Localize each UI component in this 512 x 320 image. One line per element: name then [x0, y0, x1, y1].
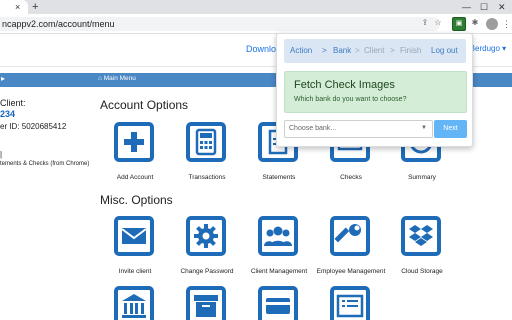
transactions-label: Transactions — [188, 174, 226, 181]
fetch-title: Fetch Check Images — [294, 79, 395, 91]
url-field[interactable]: ncappv2.com/account/menu — [0, 17, 440, 31]
next-button[interactable]: Next — [434, 120, 467, 138]
misc-options-title: Misc. Options — [100, 193, 173, 207]
caret-down-icon: ▼ — [421, 125, 427, 131]
step-action[interactable]: Action — [290, 46, 312, 56]
logout-link[interactable]: Log out — [431, 46, 458, 55]
envelope-icon — [114, 216, 154, 256]
minimize-icon[interactable]: — — [462, 0, 471, 14]
change-password-tile[interactable]: Change Password — [169, 216, 245, 278]
window-close-icon[interactable]: ✕ — [498, 0, 506, 14]
client-id: 234 — [0, 109, 16, 119]
archive-icon — [186, 286, 226, 320]
list-icon — [330, 286, 370, 320]
credit-card-tile[interactable] — [241, 286, 317, 320]
left-divider: | — [0, 150, 3, 159]
bank-select-placeholder: Choose bank... — [289, 125, 337, 132]
step-bank[interactable]: Bank — [333, 46, 351, 56]
left-panel-icon: ▸ — [1, 74, 6, 83]
client-label: Client: — [0, 98, 26, 108]
transactions-tile[interactable]: Transactions — [169, 122, 245, 184]
bank-icon — [114, 286, 154, 320]
extension-popup: Action > Bank > Client > Finish Log out … — [276, 33, 473, 147]
wrench-icon — [330, 216, 370, 256]
summary-label: Summary — [408, 174, 436, 181]
cloud-storage-label: Cloud Storage — [401, 268, 443, 275]
users-icon — [258, 216, 298, 256]
plus-icon — [114, 122, 154, 162]
step-separator: > — [390, 46, 395, 55]
wizard-steps: Action > Bank > Client > Finish Log out — [284, 39, 466, 63]
add-account-tile[interactable]: Add Account — [97, 122, 173, 184]
add-account-label: Add Account — [116, 174, 154, 181]
bank-tile[interactable] — [97, 286, 173, 320]
client-management-tile[interactable]: Client Management — [241, 216, 317, 278]
main-menu-label: Main Menu — [103, 75, 136, 82]
dropbox-icon — [401, 216, 441, 256]
main-menu-title: ⌂ Main Menu — [98, 75, 136, 82]
cloud-storage-tile[interactable]: Cloud Storage — [384, 216, 460, 278]
url-text: ncappv2.com/account/menu — [2, 19, 115, 29]
client-management-label: Client Management — [250, 268, 308, 275]
invite-client-label: Invite client — [118, 268, 152, 275]
fetch-subtitle: Which bank do you want to choose? — [294, 96, 407, 103]
step-separator: > — [355, 46, 360, 55]
change-password-label: Change Password — [180, 268, 234, 275]
address-bar-row: ncappv2.com/account/menu ⇪ ☆ ▣ ✱ ⋮ — [0, 14, 512, 34]
step-client: Client — [364, 46, 385, 55]
statements-label: Statements — [262, 174, 296, 181]
bank-select[interactable]: Choose bank... ▼ — [284, 120, 433, 138]
calculator-icon — [186, 122, 226, 162]
maximize-icon[interactable]: ☐ — [480, 0, 488, 14]
left-panel-header: ▸ — [0, 73, 90, 87]
bookmark-star-icon[interactable]: ☆ — [432, 17, 444, 29]
extensions-puzzle-icon[interactable]: ✱ — [469, 17, 481, 29]
extension-active-icon[interactable]: ▣ — [452, 17, 466, 31]
browser-tab[interactable]: × — [0, 0, 28, 14]
user-id: er ID: 5020685412 — [0, 122, 67, 131]
employee-management-label: Employee Management — [316, 268, 386, 275]
tab-close-icon[interactable]: × — [15, 1, 20, 13]
checks-label: Checks — [340, 174, 362, 181]
fetch-info-box: Fetch Check Images Which bank do you wan… — [284, 71, 467, 113]
list-tile[interactable] — [313, 286, 389, 320]
share-icon[interactable]: ⇪ — [419, 17, 431, 29]
credit-card-icon — [258, 286, 298, 320]
step-separator: > — [322, 46, 327, 55]
step-finish: Finish — [400, 46, 422, 55]
new-tab-icon[interactable]: + — [32, 0, 38, 14]
employee-management-tile[interactable]: Employee Management — [313, 216, 389, 278]
browser-tab-bar: × + — ☐ ✕ — [0, 0, 512, 14]
gear-icon — [186, 216, 226, 256]
archive-tile[interactable] — [169, 286, 245, 320]
left-panel-note: tements & Checks (from Chrome) — [0, 161, 90, 167]
profile-avatar[interactable] — [486, 18, 498, 30]
account-options-title: Account Options — [100, 98, 189, 112]
invite-client-tile[interactable]: Invite client — [97, 216, 173, 278]
browser-menu-icon[interactable]: ⋮ — [502, 17, 511, 31]
